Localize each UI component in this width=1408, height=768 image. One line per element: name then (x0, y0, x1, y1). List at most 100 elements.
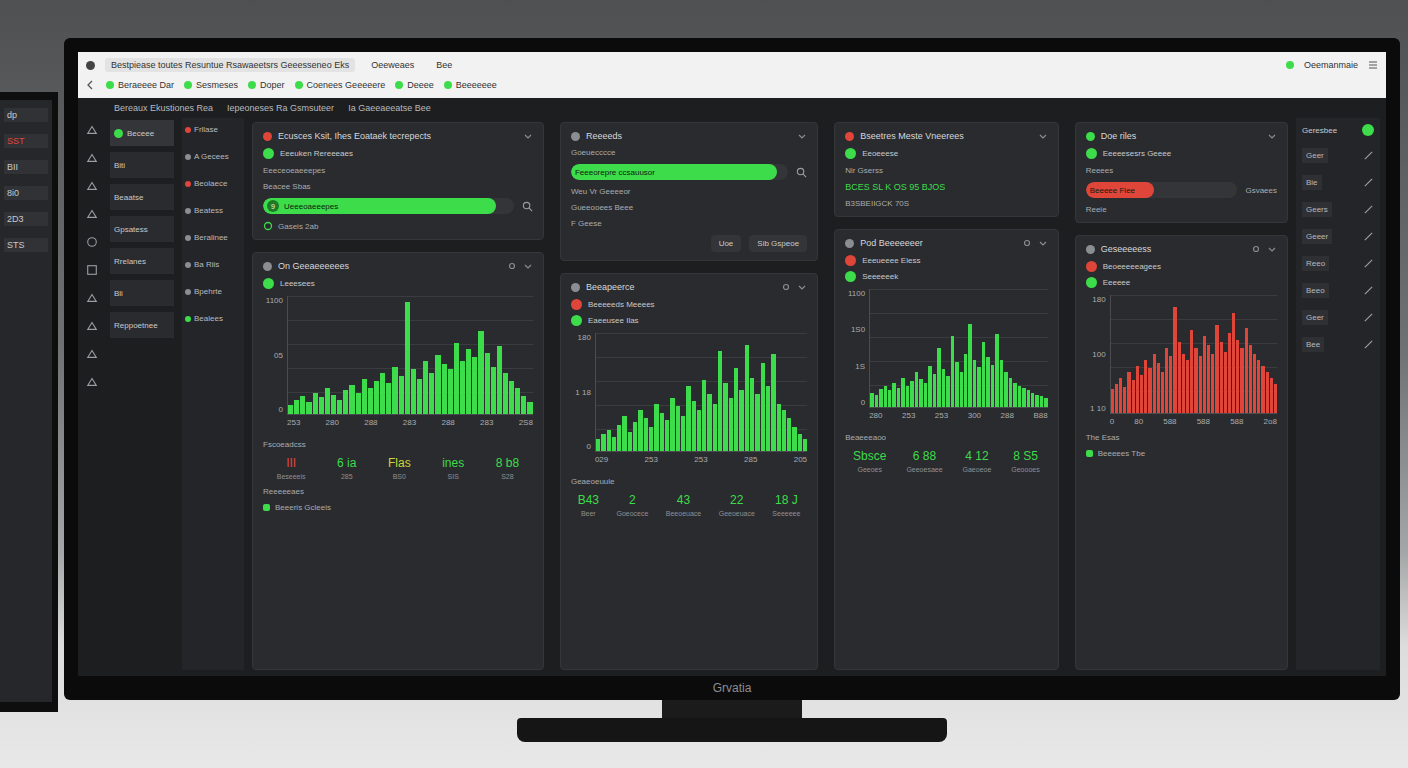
chart-bar[interactable] (665, 420, 669, 451)
chart-bar[interactable] (901, 378, 904, 408)
subnav-item[interactable]: Beatess (182, 203, 244, 218)
chart-bar[interactable] (1228, 333, 1231, 413)
chart-bar[interactable] (1266, 372, 1269, 413)
chart-bar[interactable] (417, 379, 422, 414)
chart-bar[interactable] (1178, 342, 1181, 413)
chart-bar[interactable] (1035, 395, 1038, 407)
chevron-icon[interactable] (523, 131, 533, 141)
chart-bar[interactable] (460, 361, 465, 414)
chevron-icon[interactable] (1267, 131, 1277, 141)
chart-bar[interactable] (1140, 375, 1143, 413)
chart-bar[interactable] (707, 394, 711, 451)
sidebar-item[interactable]: Beaatse (110, 184, 174, 210)
chart-bar[interactable] (654, 404, 658, 451)
chart-bar[interactable] (792, 427, 796, 451)
chart-bar[interactable] (429, 373, 434, 414)
chart-footer-row[interactable]: Beeeris Gcleeis (263, 503, 533, 512)
chart-bar[interactable] (777, 404, 781, 451)
chart-footer-row[interactable]: Beeeees Tbe (1086, 449, 1277, 458)
chart-bar[interactable] (1249, 345, 1252, 413)
right-rail-item[interactable]: Geer (1302, 310, 1374, 325)
chart-bar[interactable] (750, 378, 754, 451)
chart-bar[interactable] (734, 368, 738, 451)
chart-bar[interactable] (1022, 388, 1025, 407)
chart-bar[interactable] (1044, 398, 1047, 407)
chart-bar[interactable] (596, 439, 600, 451)
square-icon[interactable] (86, 152, 98, 164)
chart-bar[interactable] (888, 390, 891, 407)
left-monitor-item[interactable]: 2D3 (4, 212, 48, 226)
chart-bar[interactable] (1194, 348, 1197, 413)
legend-item[interactable]: Eaeeusee Ilas (571, 315, 807, 326)
chart-bar[interactable] (660, 413, 664, 451)
left-monitor-item[interactable]: dp (4, 108, 48, 122)
card-item[interactable]: Eeoeeese (845, 148, 1048, 159)
refresh-icon[interactable] (263, 221, 273, 231)
doc-icon[interactable] (86, 348, 98, 360)
account-label[interactable]: Oeemanmaie (1304, 60, 1358, 70)
chevron-icon[interactable] (1038, 238, 1048, 248)
chat-icon[interactable] (86, 180, 98, 192)
gear-icon[interactable] (86, 376, 98, 388)
chart-bar[interactable] (607, 430, 611, 451)
chart-bar[interactable] (1215, 325, 1218, 414)
chart-bar[interactable] (300, 396, 305, 414)
chart-bar[interactable] (386, 383, 391, 414)
chart-bar[interactable] (612, 437, 616, 451)
chart-bar[interactable] (319, 397, 324, 414)
chart-bar[interactable] (937, 348, 940, 407)
chart-bar[interactable] (1270, 378, 1273, 413)
chart-bar[interactable] (1018, 386, 1021, 407)
chart-bar[interactable] (1199, 356, 1202, 413)
chart-bar[interactable] (633, 422, 637, 452)
toolbar-item[interactable]: Bereaux Ekustiones Rea (114, 103, 213, 113)
chart-bar[interactable] (1115, 384, 1118, 414)
chart-bar[interactable] (337, 400, 342, 414)
bookmark[interactable]: Coenees Geeeeere (295, 80, 386, 90)
toggle-icon[interactable] (1362, 124, 1374, 136)
progress-track[interactable]: 9 Ueeeoaeeepes (263, 198, 514, 214)
sidebar-item[interactable]: Reppoetnee (110, 312, 174, 338)
right-rail-item[interactable]: Bee (1302, 337, 1374, 352)
chart-bar[interactable] (1132, 380, 1135, 413)
subnav-item[interactable]: Frllase (182, 122, 244, 137)
chart-bar[interactable] (803, 439, 807, 451)
chart-bar[interactable] (1169, 356, 1172, 413)
bookmark[interactable]: Doper (248, 80, 285, 90)
bookmark[interactable]: Deeee (395, 80, 434, 90)
card-button[interactable]: Uoe (711, 235, 742, 252)
chart-bar[interactable] (392, 367, 397, 414)
chart-bar[interactable] (1027, 390, 1030, 407)
chart-bar[interactable] (986, 357, 989, 407)
pen-icon[interactable] (86, 208, 98, 220)
chart-bar[interactable] (405, 302, 410, 414)
chart-bar[interactable] (368, 388, 373, 414)
toolbar-item[interactable]: Ia Gaeeaeeatse Bee (348, 103, 431, 113)
chart-bar[interactable] (649, 427, 653, 451)
chart-bar[interactable] (1144, 360, 1147, 413)
chart-bar[interactable] (1186, 360, 1189, 413)
chart-bar[interactable] (676, 406, 680, 451)
chart-bar[interactable] (1040, 396, 1043, 407)
legend-item[interactable]: Eeeueeee Eiess (845, 255, 1048, 266)
chart-bar[interactable] (933, 374, 936, 407)
chart-bar[interactable] (1220, 342, 1223, 413)
right-rail-item[interactable]: Geeer (1302, 229, 1374, 244)
legend-item[interactable]: Beoeeeeeagees (1086, 261, 1277, 272)
chart-bar[interactable] (897, 388, 900, 407)
chart-bar[interactable] (374, 381, 379, 414)
chart-bar[interactable] (1173, 307, 1176, 413)
chart-bar[interactable] (521, 396, 526, 414)
chart-bar[interactable] (977, 367, 980, 407)
chart-bar[interactable] (995, 334, 998, 407)
sidebar-item[interactable]: Biti (110, 152, 174, 178)
chart-bar[interactable] (622, 416, 626, 451)
chart-bar[interactable] (766, 386, 770, 451)
chart-bar[interactable] (1157, 363, 1160, 413)
subnav-item[interactable]: Bealees (182, 311, 244, 326)
chart-bar[interactable] (601, 434, 605, 451)
chart-bar[interactable] (306, 402, 311, 414)
legend-item[interactable]: Leeesees (263, 278, 533, 289)
chart-bar[interactable] (1190, 330, 1193, 413)
browser-tab[interactable]: Bestpiease toutes Resuntue Rsawaeetsrs G… (105, 58, 355, 72)
